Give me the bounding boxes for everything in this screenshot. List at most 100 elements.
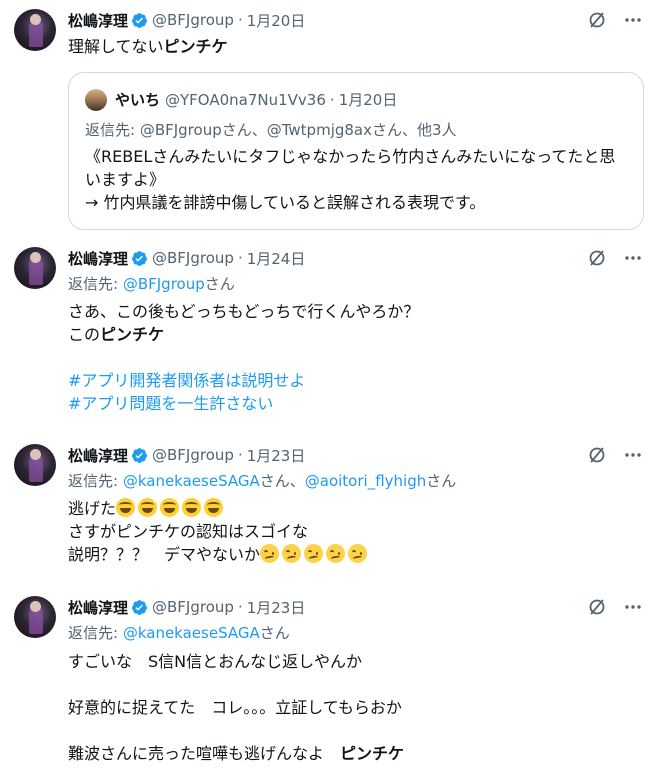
hashtag-link[interactable]: #アプリ問題を一生許さない — [68, 392, 419, 415]
avatar[interactable] — [14, 596, 56, 638]
handle[interactable]: @BFJgroup — [152, 598, 234, 616]
timestamp[interactable]: 1月20日 — [247, 10, 306, 31]
woozy-face-emoji — [260, 544, 280, 563]
display-name[interactable]: 松嶋淳理 — [68, 10, 128, 31]
quoted-tweet[interactable]: やいち @YFOA0na7Nu1Vv36 · 1月20日 返信先: @BFJgr… — [68, 72, 644, 230]
face-with-tears-of-joy-emoji — [204, 498, 224, 517]
grok-slash-icon[interactable] — [587, 248, 607, 268]
tweet-actions — [587, 248, 643, 268]
reply-to: 返信先: @kanekaeseSAGAさん、@aoitori_flyhighさん — [68, 470, 456, 491]
quoted-avatar[interactable] — [85, 89, 107, 111]
display-name[interactable]: 松嶋淳理 — [68, 445, 128, 466]
quoted-line: → 竹内県議を誹謗中傷していると誤解される表現です。 — [85, 193, 486, 212]
avatar[interactable] — [14, 9, 56, 51]
face-with-tears-of-joy-emoji — [182, 498, 202, 517]
text-line: 逃げた — [68, 497, 370, 520]
quoted-timestamp: 1月20日 — [338, 91, 398, 109]
grok-slash-icon[interactable] — [587, 445, 607, 465]
more-dots-icon[interactable] — [623, 10, 643, 30]
reply-to: 返信先: @kanekaeseSAGAさん — [68, 622, 290, 643]
tweet-actions — [587, 445, 643, 465]
tweet[interactable]: 松嶋淳理 @BFJgroup · 1月24日 返信先: @BFJgroupさん … — [0, 236, 661, 436]
text-line: さあ、この後もどっちもどっちで行くんやろか？ — [68, 302, 420, 321]
grok-slash-icon[interactable] — [587, 10, 607, 30]
quoted-line: 《REBELさんみたいにタフじゃなかったら竹内さんみたいになってたと思 — [85, 147, 616, 166]
handle[interactable]: @BFJgroup — [152, 11, 234, 29]
mention-link[interactable]: @kanekaeseSAGA — [123, 624, 260, 642]
mention-link[interactable]: @aoitori_flyhigh — [305, 472, 426, 490]
more-dots-icon[interactable] — [623, 445, 643, 465]
separator: · — [329, 90, 335, 109]
woozy-face-emoji — [348, 544, 368, 563]
tweet-text: 理解してないピンチケ — [68, 35, 228, 58]
text-span: 説明？？？ デマやないか — [68, 545, 261, 564]
display-name[interactable]: 松嶋淳理 — [68, 597, 128, 618]
more-dots-icon[interactable] — [623, 248, 643, 268]
hashtag-link[interactable]: #アプリ開発者関係者は説明せよ — [68, 369, 419, 392]
grok-slash-icon[interactable] — [587, 597, 607, 617]
timestamp[interactable]: 1月24日 — [247, 248, 306, 269]
tweet-header: 松嶋淳理 @BFJgroup · 1月20日 — [68, 9, 305, 31]
avatar[interactable] — [14, 247, 56, 289]
mention-link[interactable]: @BFJgroup — [123, 275, 205, 293]
reply-suffix: さん — [204, 275, 235, 293]
text-span: この — [68, 325, 101, 344]
tweet[interactable]: 松嶋淳理 @BFJgroup · 1月23日 返信先: @kanekaeseSA… — [0, 588, 661, 778]
quoted-display-name: やいち — [115, 91, 161, 109]
quoted-handle: @YFOA0na7Nu1Vv36 — [165, 90, 326, 109]
woozy-face-emoji — [304, 544, 324, 563]
reply-mid: さん、 — [259, 472, 305, 490]
tweet-actions — [587, 10, 643, 30]
more-dots-icon[interactable] — [623, 597, 643, 617]
reply-prefix: 返信先: — [68, 275, 123, 293]
separator: · — [237, 598, 243, 616]
bold-text: ピンチケ — [340, 744, 405, 763]
quoted-header: やいち @YFOA0na7Nu1Vv36 · 1月20日 — [115, 89, 397, 110]
separator: · — [237, 249, 243, 267]
text-span: 理解してない — [68, 37, 164, 56]
text-line: 難波さんに売った喧嘩も逃げんなよ ピンチケ — [68, 742, 404, 765]
face-with-tears-of-joy-emoji — [138, 498, 158, 517]
quoted-text: 《REBELさんみたいにタフじゃなかったら竹内さんみたいになってたと思 いますよ… — [85, 145, 615, 214]
mention-link[interactable]: @kanekaeseSAGA — [123, 472, 260, 490]
bold-text: ピンチケ — [100, 325, 165, 344]
text-line: さすがピンチケの認知はスゴイな — [68, 522, 309, 541]
face-with-tears-of-joy-emoji — [116, 498, 136, 517]
reply-suffix: さん — [259, 624, 290, 642]
timestamp[interactable]: 1月23日 — [247, 445, 306, 466]
reply-suffix: さん — [426, 472, 457, 490]
handle[interactable]: @BFJgroup — [152, 249, 234, 267]
avatar[interactable] — [14, 444, 56, 486]
handle[interactable]: @BFJgroup — [152, 446, 234, 464]
tweet-header: 松嶋淳理 @BFJgroup · 1月23日 — [68, 444, 305, 466]
woozy-face-emoji — [282, 544, 302, 563]
tweet[interactable]: 松嶋淳理 @BFJgroup · 1月23日 返信先: @kanekaeseSA… — [0, 436, 661, 588]
reply-prefix: 返信先: — [68, 472, 123, 490]
tweet-text: さあ、この後もどっちもどっちで行くんやろか？ このピンチケ #アプリ開発者関係者… — [68, 300, 419, 415]
woozy-face-emoji — [326, 544, 346, 563]
face-with-tears-of-joy-emoji — [160, 498, 180, 517]
verified-badge-icon — [132, 250, 147, 266]
text-line: 好意的に捉えてた コレ。。。立証してもらおか — [68, 698, 402, 717]
text-span: 難波さんに売った喧嘩も逃げんなよ — [68, 744, 341, 763]
text-line: このピンチケ — [68, 323, 419, 346]
tweet-header: 松嶋淳理 @BFJgroup · 1月23日 — [68, 596, 305, 618]
reply-prefix: 返信先: — [68, 624, 123, 642]
tweet-text: すごいな S信N信とおんなじ返しやんか 好意的に捉えてた コレ。。。立証してもら… — [68, 650, 404, 765]
timestamp[interactable]: 1月23日 — [247, 597, 306, 618]
quoted-line: いますよ》 — [85, 170, 166, 189]
text-span: 逃げた — [68, 499, 117, 518]
tweet-actions — [587, 597, 643, 617]
display-name[interactable]: 松嶋淳理 — [68, 248, 128, 269]
tweet-header: 松嶋淳理 @BFJgroup · 1月24日 — [68, 247, 305, 269]
bold-text: ピンチケ — [163, 37, 228, 56]
reply-to: 返信先: @BFJgroupさん — [68, 273, 235, 294]
tweet[interactable]: 松嶋淳理 @BFJgroup · 1月20日 理解してないピンチケ やいち @Y… — [0, 0, 661, 236]
verified-badge-icon — [132, 447, 147, 463]
quoted-reply-to: 返信先: @BFJgroupさん、@Twtpmjg8axさん、他3人 — [85, 121, 457, 139]
text-line: すごいな S信N信とおんなじ返しやんか — [68, 652, 362, 671]
verified-badge-icon — [132, 12, 147, 28]
